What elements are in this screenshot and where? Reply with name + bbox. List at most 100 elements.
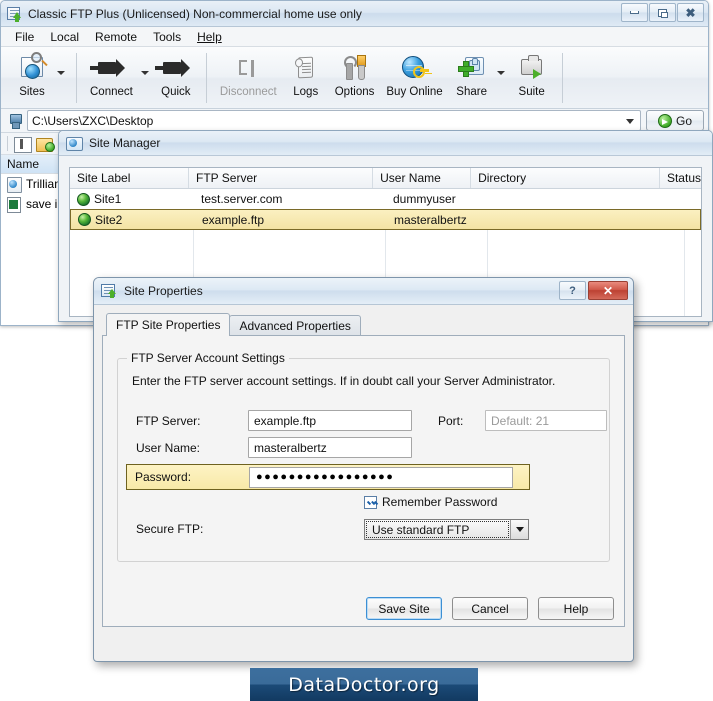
remember-password-row[interactable]: Remember Password	[364, 495, 497, 509]
help-button[interactable]: Help	[538, 597, 614, 620]
table-row[interactable]: Site2 example.ftp masteralbertz	[70, 209, 701, 230]
close-icon: ✕	[602, 283, 614, 298]
close-button[interactable]: ✖	[677, 3, 704, 22]
file-toolbar-separator	[7, 136, 8, 151]
file-name: Trillian	[26, 177, 61, 191]
main-toolbar: Sites Connect Quick Disconnect Logs Opti…	[1, 47, 708, 109]
toolbar-label-buy-online: Buy Online	[386, 86, 443, 98]
toolbar-label-connect: Connect	[90, 86, 133, 98]
secure-ftp-dropdown-button[interactable]	[510, 520, 528, 539]
sites-globe-icon	[15, 52, 49, 85]
sites-dropdown-chevron-down-icon[interactable]	[57, 71, 65, 75]
toolbar-label-options: Options	[334, 86, 375, 98]
dialog-help-button[interactable]: ?	[559, 281, 586, 300]
screen-root: Classic FTP Plus (Unlicensed) Non-commer…	[0, 0, 713, 701]
toolbar-label-share: Share	[456, 86, 487, 98]
toolbar-button-disconnect[interactable]: Disconnect	[214, 51, 283, 98]
toolbar-button-connect[interactable]: Connect	[84, 51, 139, 98]
cell-user-name: masteralbertz	[394, 212, 467, 227]
site-manager-icon	[66, 135, 83, 151]
cell-site-label: Site1	[70, 189, 194, 209]
quick-plug-icon	[154, 53, 193, 85]
cell-site-label-text: Site2	[95, 212, 123, 227]
column-ftp-server[interactable]: FTP Server	[189, 168, 374, 188]
toolbar-label-quick: Quick	[161, 86, 191, 98]
address-path-input[interactable]: C:\Users\ZXC\Desktop	[27, 110, 641, 131]
menu-tools[interactable]: Tools	[145, 28, 189, 46]
site-properties-dialog: Site Properties ? ✕ FTP Site Properties …	[93, 277, 634, 662]
chevron-down-icon[interactable]	[626, 119, 634, 124]
menu-local[interactable]: Local	[42, 28, 87, 46]
rename-icon[interactable]	[14, 136, 32, 153]
dialog-close-button[interactable]: ✕	[588, 281, 628, 300]
toolbar-button-sites[interactable]: Sites	[9, 51, 55, 98]
toolbar-label-logs: Logs	[293, 86, 319, 98]
toolbar-button-suite[interactable]: Suite	[509, 51, 555, 98]
toolbar-button-logs[interactable]: Logs	[283, 51, 329, 98]
column-status[interactable]: Status	[660, 168, 701, 188]
watermark-text: DataDoctor.org	[288, 673, 440, 696]
site-manager-title-bar: Site Manager	[59, 131, 712, 156]
remember-password-checkbox[interactable]	[364, 495, 377, 509]
site-manager-title: Site Manager	[89, 136, 161, 150]
port-input[interactable]: Default: 21	[485, 410, 607, 431]
chevron-down-icon	[515, 527, 524, 532]
column-site-label[interactable]: Site Label	[70, 168, 190, 188]
share-dropdown-chevron-down-icon[interactable]	[496, 71, 505, 75]
toolbar-separator	[76, 53, 77, 103]
tab-ftp-site-properties[interactable]: FTP Site Properties	[106, 313, 231, 336]
group-legend: FTP Server Account Settings	[127, 351, 289, 365]
disconnect-icon	[231, 53, 265, 85]
column-user-name[interactable]: User Name	[373, 168, 472, 188]
secure-ftp-label: Secure FTP:	[136, 522, 204, 536]
app-title: Classic FTP Plus (Unlicensed) Non-commer…	[28, 6, 362, 21]
password-row-highlight: Password: ●●●●●●●●●●●●●●●●●	[126, 464, 530, 490]
menu-file[interactable]: File	[7, 28, 42, 46]
restore-button[interactable]	[649, 3, 676, 22]
app-icon	[7, 6, 23, 22]
connect-dropdown-chevron-down-icon[interactable]	[140, 71, 149, 75]
cell-status	[686, 210, 700, 229]
connect-plug-icon	[90, 53, 128, 85]
menu-help-label: Help	[197, 29, 222, 44]
tab-strip: FTP Site Properties Advanced Properties	[102, 313, 625, 336]
save-site-button[interactable]: Save Site	[366, 597, 442, 620]
computer-icon	[8, 113, 22, 129]
new-folder-icon[interactable]	[36, 136, 55, 152]
ftp-server-row: FTP Server: example.ftp	[136, 410, 412, 431]
user-name-input[interactable]: masteralbertz	[248, 437, 412, 458]
logs-scroll-icon	[289, 53, 323, 85]
buy-online-globe-key-icon	[398, 53, 432, 85]
column-directory[interactable]: Directory	[471, 168, 660, 188]
ftp-server-account-settings-group: FTP Server Account Settings Enter the FT…	[117, 351, 610, 562]
group-description: Enter the FTP server account settings. I…	[132, 374, 556, 388]
toolbar-button-buy-online[interactable]: Buy Online	[380, 51, 448, 98]
menu-remote[interactable]: Remote	[87, 28, 145, 46]
port-label: Port:	[438, 413, 464, 428]
toolbar-button-options[interactable]: Options	[329, 51, 381, 98]
close-icon: ✖	[685, 5, 696, 20]
toolbar-label-disconnect: Disconnect	[219, 86, 277, 98]
suite-briefcase-icon	[515, 53, 549, 85]
cell-site-label: Site2	[71, 210, 195, 229]
ftp-server-input[interactable]: example.ftp	[248, 410, 412, 431]
address-path-value: C:\Users\ZXC\Desktop	[32, 113, 154, 128]
globe-green-icon	[78, 213, 91, 226]
toolbar-button-quick[interactable]: Quick	[153, 51, 199, 98]
user-name-label: User Name:	[136, 440, 201, 455]
remember-password-label: Remember Password	[382, 495, 498, 509]
port-row: Port: Default: 21	[438, 410, 607, 431]
minimize-button[interactable]	[621, 3, 648, 22]
menu-bar: File Local Remote Tools Help	[1, 27, 708, 47]
toolbar-button-share[interactable]: Share	[449, 51, 495, 98]
secure-ftp-select[interactable]: Use standard FTP	[364, 519, 529, 540]
go-button[interactable]: Go	[646, 110, 704, 131]
tab-advanced-properties[interactable]: Advanced Properties	[229, 315, 361, 336]
password-input[interactable]: ●●●●●●●●●●●●●●●●●	[249, 466, 513, 488]
password-label: Password:	[135, 470, 192, 484]
menu-help[interactable]: Help	[189, 28, 230, 46]
table-row[interactable]: Site1 test.server.com dummyuser	[70, 189, 701, 209]
main-title-bar: Classic FTP Plus (Unlicensed) Non-commer…	[1, 1, 708, 27]
site-grid-header: Site Label FTP Server User Name Director…	[70, 168, 701, 189]
cancel-button[interactable]: Cancel	[452, 597, 528, 620]
